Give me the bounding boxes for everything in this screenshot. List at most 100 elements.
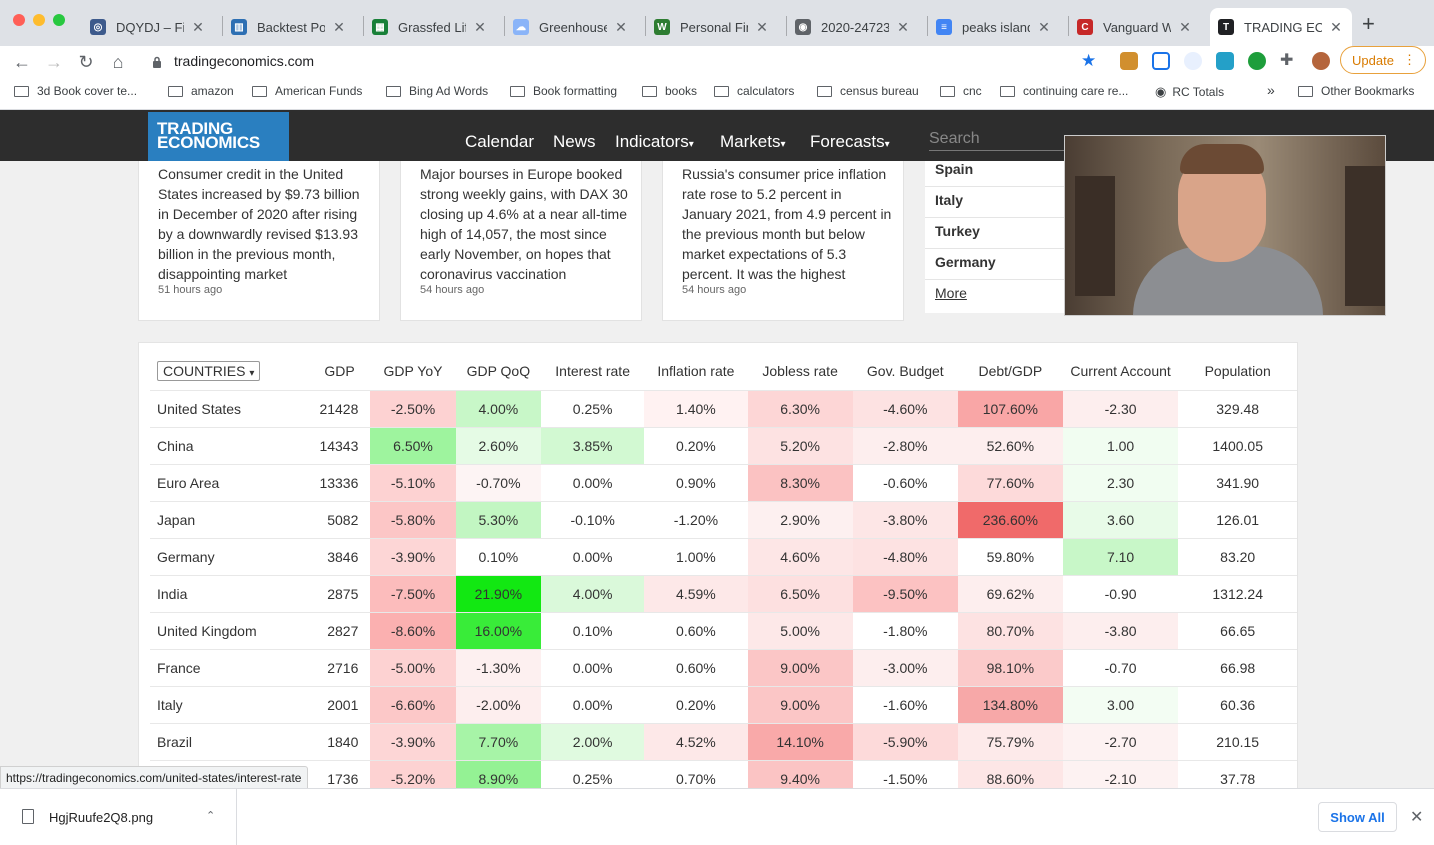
country-link[interactable]: Japan (150, 500, 309, 538)
table-cell[interactable]: 21428 (308, 389, 371, 427)
table-cell[interactable]: 0.25% (541, 759, 645, 788)
close-icon[interactable]: ✕ (1410, 807, 1423, 827)
news-card[interactable]: Russia's consumer price inflation rate r… (662, 161, 904, 321)
table-cell[interactable]: -3.80% (852, 500, 958, 538)
table-cell[interactable]: 5.20% (747, 426, 853, 464)
table-cell[interactable]: 69.62% (957, 574, 1063, 612)
table-cell[interactable]: 66.65 (1178, 611, 1297, 649)
table-cell[interactable]: 60.36 (1178, 685, 1297, 723)
bookmark-item[interactable]: cnc (940, 84, 982, 98)
close-icon[interactable]: ✕ (613, 19, 629, 36)
extension-icon[interactable] (1248, 52, 1266, 70)
table-cell[interactable]: -5.80% (370, 500, 456, 538)
column-header[interactable]: Inflation rate (644, 352, 747, 390)
column-header[interactable]: GDP YoY (370, 352, 455, 390)
nav-news[interactable]: News (553, 132, 596, 152)
address-bar[interactable]: tradingeconomics.com (174, 53, 314, 69)
table-cell[interactable]: 7.70% (455, 722, 542, 760)
table-cell[interactable]: -5.10% (370, 463, 456, 501)
bookmark-item[interactable]: Book formatting (510, 84, 617, 98)
tab-1[interactable]: ◎ DQYDJ – Fina ✕ (82, 8, 214, 46)
sidebar-more-link[interactable]: More (935, 285, 967, 301)
extension-icon[interactable] (1184, 52, 1202, 70)
table-cell[interactable]: 6.50% (370, 426, 456, 464)
extension-icon[interactable] (1216, 52, 1234, 70)
country-link[interactable]: India (150, 574, 309, 612)
table-cell[interactable]: 107.60% (957, 389, 1063, 427)
table-cell[interactable]: 1.40% (644, 389, 748, 427)
sidebar-item-germany[interactable]: Germany (935, 254, 996, 270)
table-cell[interactable]: 13336 (308, 463, 371, 501)
table-cell[interactable]: 0.25% (541, 389, 645, 427)
tab-3[interactable]: ▦ Grassfed Life ✕ (364, 8, 496, 46)
table-cell[interactable]: -2.30 (1062, 389, 1179, 427)
table-cell[interactable]: 5082 (308, 500, 371, 538)
table-cell[interactable]: 1.00% (644, 537, 748, 575)
close-icon[interactable]: ✕ (895, 19, 911, 36)
table-cell[interactable]: 98.10% (957, 648, 1063, 686)
sidebar-item-italy[interactable]: Italy (935, 192, 963, 208)
table-cell[interactable]: 75.79% (957, 722, 1063, 760)
table-cell[interactable]: 3.85% (541, 426, 645, 464)
close-icon[interactable]: ✕ (1177, 19, 1193, 36)
table-cell[interactable]: -2.80% (852, 426, 958, 464)
table-cell[interactable]: -4.80% (852, 537, 958, 575)
table-cell[interactable]: 9.00% (747, 685, 853, 723)
country-link[interactable]: United Kingdom (150, 611, 309, 649)
search-input[interactable]: Search (929, 130, 1064, 151)
reload-button[interactable]: ↻ (75, 51, 97, 73)
new-tab-button[interactable]: + (1362, 11, 1375, 37)
table-cell[interactable]: -3.90% (370, 722, 456, 760)
table-cell[interactable]: 1736 (308, 759, 371, 788)
column-header[interactable]: Debt/GDP (958, 352, 1063, 390)
close-icon[interactable]: ✕ (1036, 19, 1052, 36)
news-card[interactable]: Major bourses in Europe booked strong we… (400, 161, 642, 321)
table-cell[interactable]: 4.00% (455, 389, 542, 427)
table-cell[interactable]: 4.59% (644, 574, 748, 612)
table-cell[interactable]: -5.90% (852, 722, 958, 760)
bookmark-item[interactable]: ◉ RC Totals (1155, 84, 1224, 100)
table-cell[interactable]: 6.30% (747, 389, 853, 427)
table-cell[interactable]: -0.90 (1062, 574, 1179, 612)
table-cell[interactable]: 2.00% (541, 722, 645, 760)
table-cell[interactable]: 0.90% (644, 463, 748, 501)
table-cell[interactable]: 4.00% (541, 574, 645, 612)
back-button[interactable]: ← (11, 51, 33, 73)
table-cell[interactable]: 14343 (308, 426, 371, 464)
close-icon[interactable]: ✕ (331, 19, 347, 36)
sidebar-item-turkey[interactable]: Turkey (935, 223, 980, 239)
close-icon[interactable]: ✕ (190, 19, 206, 36)
news-card[interactable]: Consumer credit in the United States inc… (138, 161, 380, 321)
table-cell[interactable]: 341.90 (1178, 463, 1297, 501)
other-bookmarks[interactable]: Other Bookmarks (1298, 84, 1414, 98)
table-cell[interactable]: -7.50% (370, 574, 456, 612)
table-cell[interactable]: 9.40% (747, 759, 853, 788)
country-link[interactable]: Euro Area (150, 463, 309, 501)
column-header[interactable]: Interest rate (541, 352, 644, 390)
table-cell[interactable]: 126.01 (1178, 500, 1297, 538)
table-cell[interactable]: 0.60% (644, 611, 748, 649)
more-bookmarks-button[interactable]: » (1267, 82, 1275, 98)
tab-5[interactable]: W Personal Fina ✕ (646, 8, 778, 46)
close-window-button[interactable] (13, 14, 25, 26)
table-cell[interactable]: 236.60% (957, 500, 1063, 538)
sidebar-item-spain[interactable]: Spain (935, 161, 973, 177)
table-cell[interactable]: -5.00% (370, 648, 456, 686)
forward-button[interactable]: → (43, 51, 65, 73)
table-cell[interactable]: 8.30% (747, 463, 853, 501)
show-all-button[interactable]: Show All (1318, 802, 1397, 832)
table-cell[interactable]: 0.10% (455, 537, 542, 575)
chevron-up-icon[interactable]: ⌃ (206, 809, 215, 822)
table-cell[interactable]: -1.50% (852, 759, 958, 788)
column-header[interactable]: Population (1178, 352, 1297, 390)
table-cell[interactable]: 210.15 (1178, 722, 1297, 760)
table-cell[interactable]: -1.30% (455, 648, 542, 686)
table-cell[interactable]: 1400.05 (1178, 426, 1297, 464)
table-cell[interactable]: 0.00% (541, 648, 645, 686)
table-cell[interactable]: 134.80% (957, 685, 1063, 723)
column-header[interactable]: Gov. Budget (853, 352, 958, 390)
table-cell[interactable]: -1.20% (644, 500, 748, 538)
table-cell[interactable]: -1.80% (852, 611, 958, 649)
nav-indicators[interactable]: Indicators▾ (615, 132, 694, 152)
table-cell[interactable]: -2.00% (455, 685, 542, 723)
